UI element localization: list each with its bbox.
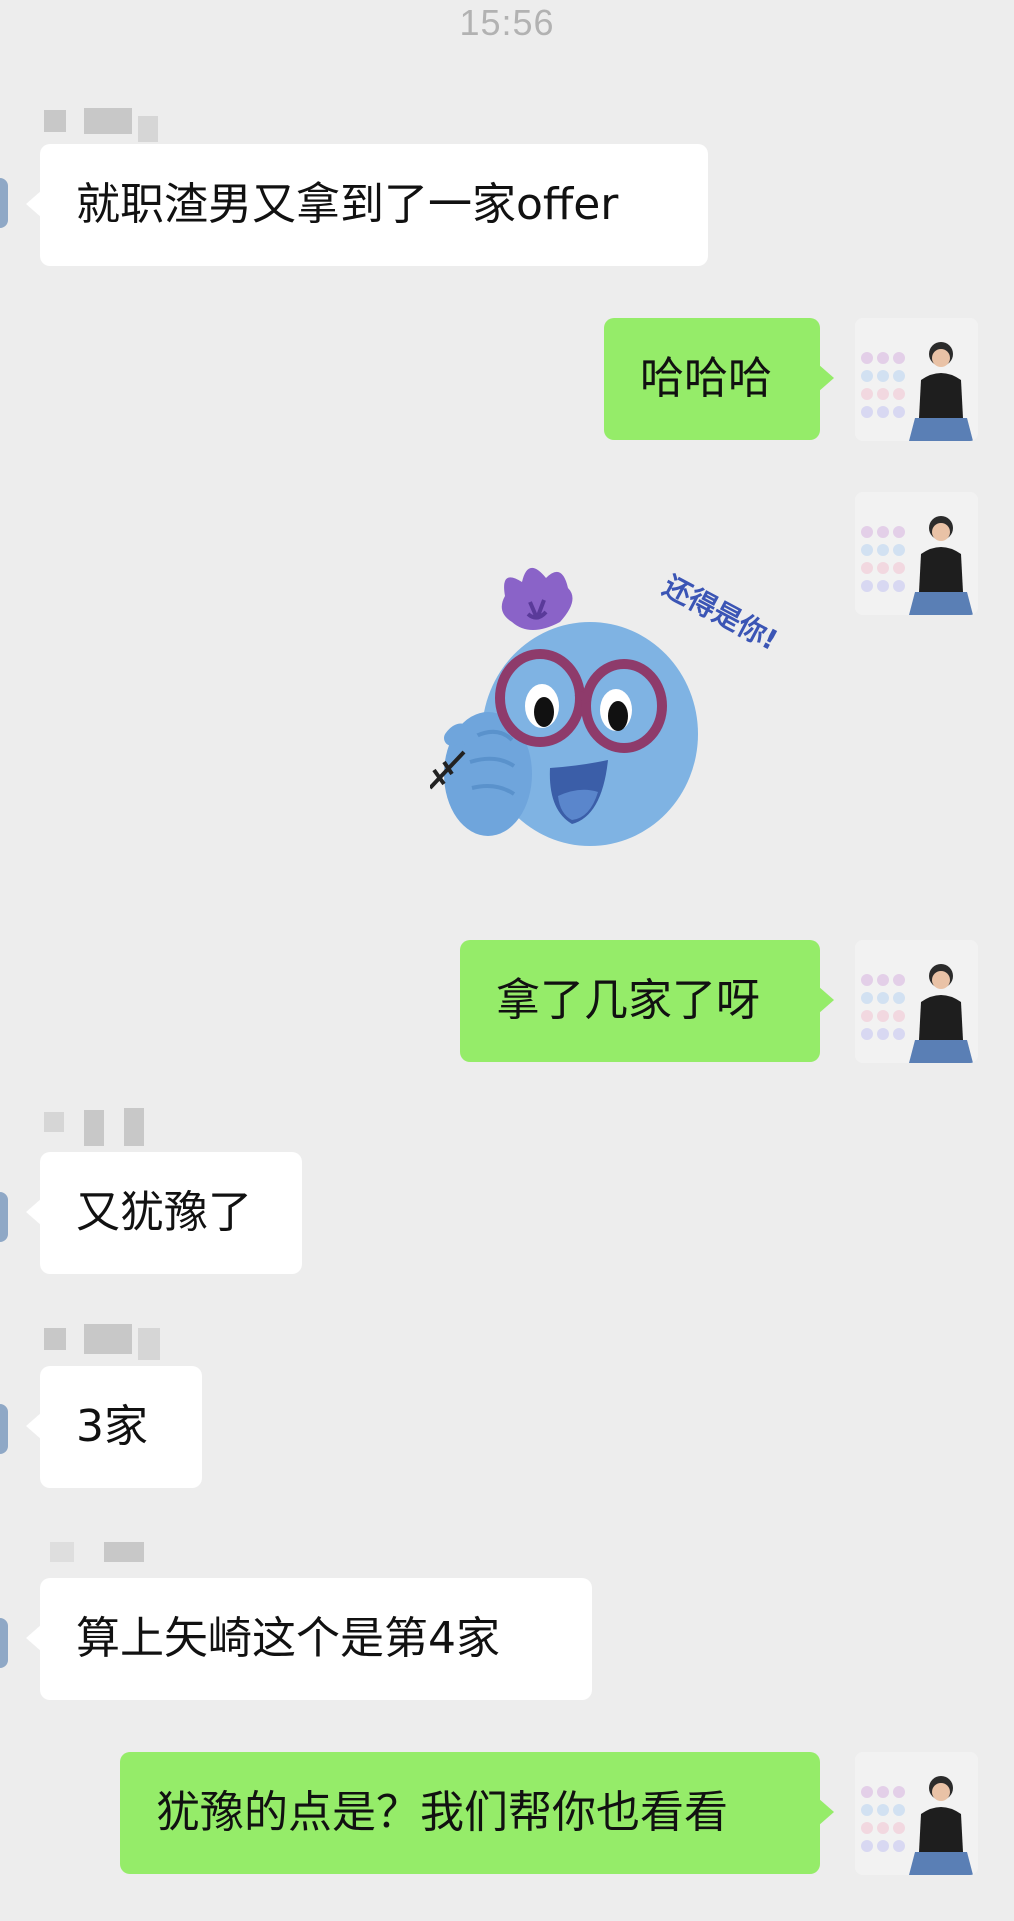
user-photo-icon (855, 1752, 978, 1875)
message-bubble-incoming[interactable]: 3家 (26, 1366, 202, 1488)
user-photo-icon (855, 492, 978, 615)
sender-name-blurred (40, 1108, 170, 1146)
message-text: 哈哈哈 (640, 353, 772, 404)
message-timestamp: 15:56 (459, 2, 555, 43)
message-bubble-incoming[interactable]: 又犹豫了 (26, 1152, 302, 1274)
message-text: 犹豫的点是？我们帮你也看看 (156, 1787, 728, 1838)
sender-name-blurred (40, 106, 170, 142)
message-text: 就职渣男又拿到了一家offer (76, 179, 619, 230)
user-avatar[interactable] (855, 940, 978, 1063)
sticker-caption: 还得是你! (658, 569, 784, 657)
message-text: 3家 (76, 1401, 148, 1452)
message-bubble-outgoing[interactable]: 拿了几家了呀 (460, 940, 834, 1062)
message-text: 算上矢崎这个是第4家 (76, 1613, 500, 1664)
user-photo-icon (855, 940, 978, 1063)
message-bubble-incoming[interactable]: 就职渣男又拿到了一家offer (26, 144, 708, 266)
user-avatar[interactable] (855, 318, 978, 441)
chat-window: 15:56 就职渣男又拿到了一家offer 哈哈哈 还得是你! 拿了几家了呀 又… (0, 0, 1014, 1921)
message-text: 拿了几家了呀 (496, 975, 760, 1026)
sender-name-blurred (40, 1532, 170, 1566)
user-avatar[interactable] (855, 492, 978, 615)
sender-name-blurred (40, 1324, 170, 1360)
user-avatar[interactable] (855, 1752, 978, 1875)
message-bubble-outgoing[interactable]: 哈哈哈 (604, 318, 834, 440)
contact-avatar[interactable] (0, 178, 8, 228)
user-photo-icon (855, 318, 978, 441)
message-bubble-incoming[interactable]: 算上矢崎这个是第4家 (26, 1578, 592, 1700)
message-text: 又犹豫了 (76, 1187, 252, 1238)
contact-avatar[interactable] (0, 1618, 8, 1668)
sticker-message[interactable]: 还得是你! (428, 556, 810, 876)
contact-avatar[interactable] (0, 1404, 8, 1454)
blue-blob-sticker-icon: 还得是你! (428, 567, 784, 846)
message-bubble-outgoing[interactable]: 犹豫的点是？我们帮你也看看 (120, 1752, 834, 1874)
contact-avatar[interactable] (0, 1192, 8, 1242)
